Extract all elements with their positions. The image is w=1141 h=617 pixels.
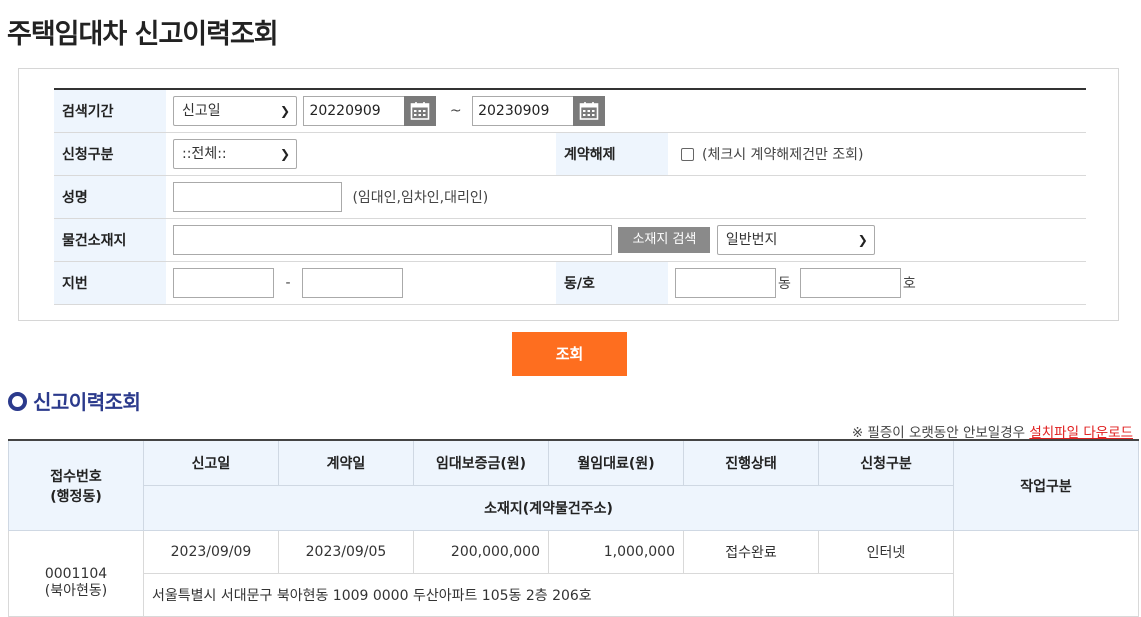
status-cell: 접수완료	[683, 530, 819, 574]
table-row[interactable]: 0001104 (북아현동) 2023/09/09 2023/09/05 200…	[8, 530, 1139, 617]
form-row-lot: 지번 - 동/호 동 호	[54, 261, 1086, 305]
cancel-only-checkbox[interactable]	[681, 147, 694, 161]
form-row-name: 성명 (임대인,임차인,대리인)	[54, 175, 1086, 219]
category-select[interactable]: ::전체:: ❯	[173, 139, 297, 169]
page-title: 주택임대차 신고이력조회	[7, 19, 279, 50]
dong-suffix: 동	[778, 276, 791, 292]
name-input[interactable]	[173, 182, 342, 212]
results-table: 접수번호 (행정동) 신고일 계약일 임대보증금(원) 월임대료(원) 진행상태…	[8, 439, 1139, 617]
chevron-down-icon: ❯	[279, 147, 290, 161]
cancel-label: 계약해제	[556, 132, 668, 176]
unit-label: 동/호	[556, 261, 668, 305]
lot-dash: -	[285, 275, 291, 291]
action-cell	[953, 530, 1139, 617]
category-label: 신청구분	[54, 132, 166, 176]
form-row-location: 물건소재지 소재지 검색 일반번지 ❯	[54, 218, 1086, 262]
start-date-input[interactable]: 20220909	[303, 96, 406, 126]
receipt-dong: (북아현동)	[44, 582, 108, 599]
lot-sub-input[interactable]	[301, 268, 403, 298]
section-title: 신고이력조회	[8, 386, 141, 415]
header-deposit: 임대보증금(원)	[413, 439, 549, 486]
header-contract-date: 계약일	[278, 439, 414, 486]
lot-type-select[interactable]: 일반번지 ❯	[716, 225, 875, 255]
address-cell: 서울특별시 서대문구 북아현동 1009 0000 두산아파트 105동 2층 …	[143, 573, 954, 617]
header-category: 신청구분	[818, 439, 954, 486]
header-status: 진행상태	[683, 439, 819, 486]
location-input[interactable]	[173, 225, 612, 255]
receipt-cell[interactable]: 0001104 (북아현동)	[8, 530, 144, 617]
form-row-period: 검색기간 신고일 ❯ 20220909 ~ 20230909	[54, 89, 1086, 133]
header-monthly-rent: 월임대료(원)	[548, 439, 684, 486]
receipt-number: 0001104	[44, 565, 108, 582]
date-range-separator: ~	[449, 103, 462, 119]
results-header-row: 접수번호 (행정동) 신고일 계약일 임대보증금(원) 월임대료(원) 진행상태…	[8, 439, 1139, 531]
deposit-cell: 200,000,000	[413, 530, 549, 574]
chevron-down-icon: ❯	[857, 233, 868, 247]
location-search-button[interactable]: 소재지 검색	[618, 227, 711, 253]
header-receipt: 접수번호 (행정동)	[8, 439, 144, 531]
dong-input[interactable]	[675, 268, 776, 298]
header-action: 작업구분	[953, 439, 1139, 531]
location-label: 물건소재지	[54, 218, 166, 262]
header-address: 소재지(계약물건주소)	[143, 485, 954, 531]
query-button[interactable]: 조회	[512, 332, 627, 376]
calendar-icon[interactable]	[573, 96, 606, 126]
search-form-table: 검색기간 신고일 ❯ 20220909 ~ 20230909 신청구분 ::전체…	[54, 88, 1086, 305]
chevron-down-icon: ❯	[279, 104, 290, 118]
period-label: 검색기간	[54, 89, 166, 133]
name-hint: (임대인,임차인,대리인)	[352, 190, 489, 206]
monthly-rent-cell: 1,000,000	[548, 530, 684, 574]
download-notice: ※ 필증이 오랫동안 안보일경우 설치파일 다운로드	[851, 425, 1133, 441]
ho-suffix: 호	[902, 276, 916, 292]
period-type-select[interactable]: 신고일 ❯	[173, 96, 297, 126]
form-row-category: 신청구분 ::전체:: ❯ 계약해제 (체크시 계약해제건만 조회)	[54, 132, 1086, 176]
name-label: 성명	[54, 175, 166, 219]
search-form-panel: 검색기간 신고일 ❯ 20220909 ~ 20230909 신청구분 ::전체…	[18, 68, 1119, 321]
contract-date-cell: 2023/09/05	[278, 530, 414, 574]
cancel-hint: (체크시 계약해제건만 조회)	[702, 147, 864, 163]
circle-bullet-icon	[8, 392, 27, 411]
header-report-date: 신고일	[143, 439, 279, 486]
lot-label: 지번	[54, 261, 166, 305]
category-cell: 인터넷	[818, 530, 954, 574]
ho-input[interactable]	[799, 268, 901, 298]
lot-main-input[interactable]	[173, 268, 274, 298]
calendar-icon[interactable]	[404, 96, 437, 126]
end-date-input[interactable]: 20230909	[472, 96, 575, 126]
report-date-cell: 2023/09/09	[143, 530, 279, 574]
